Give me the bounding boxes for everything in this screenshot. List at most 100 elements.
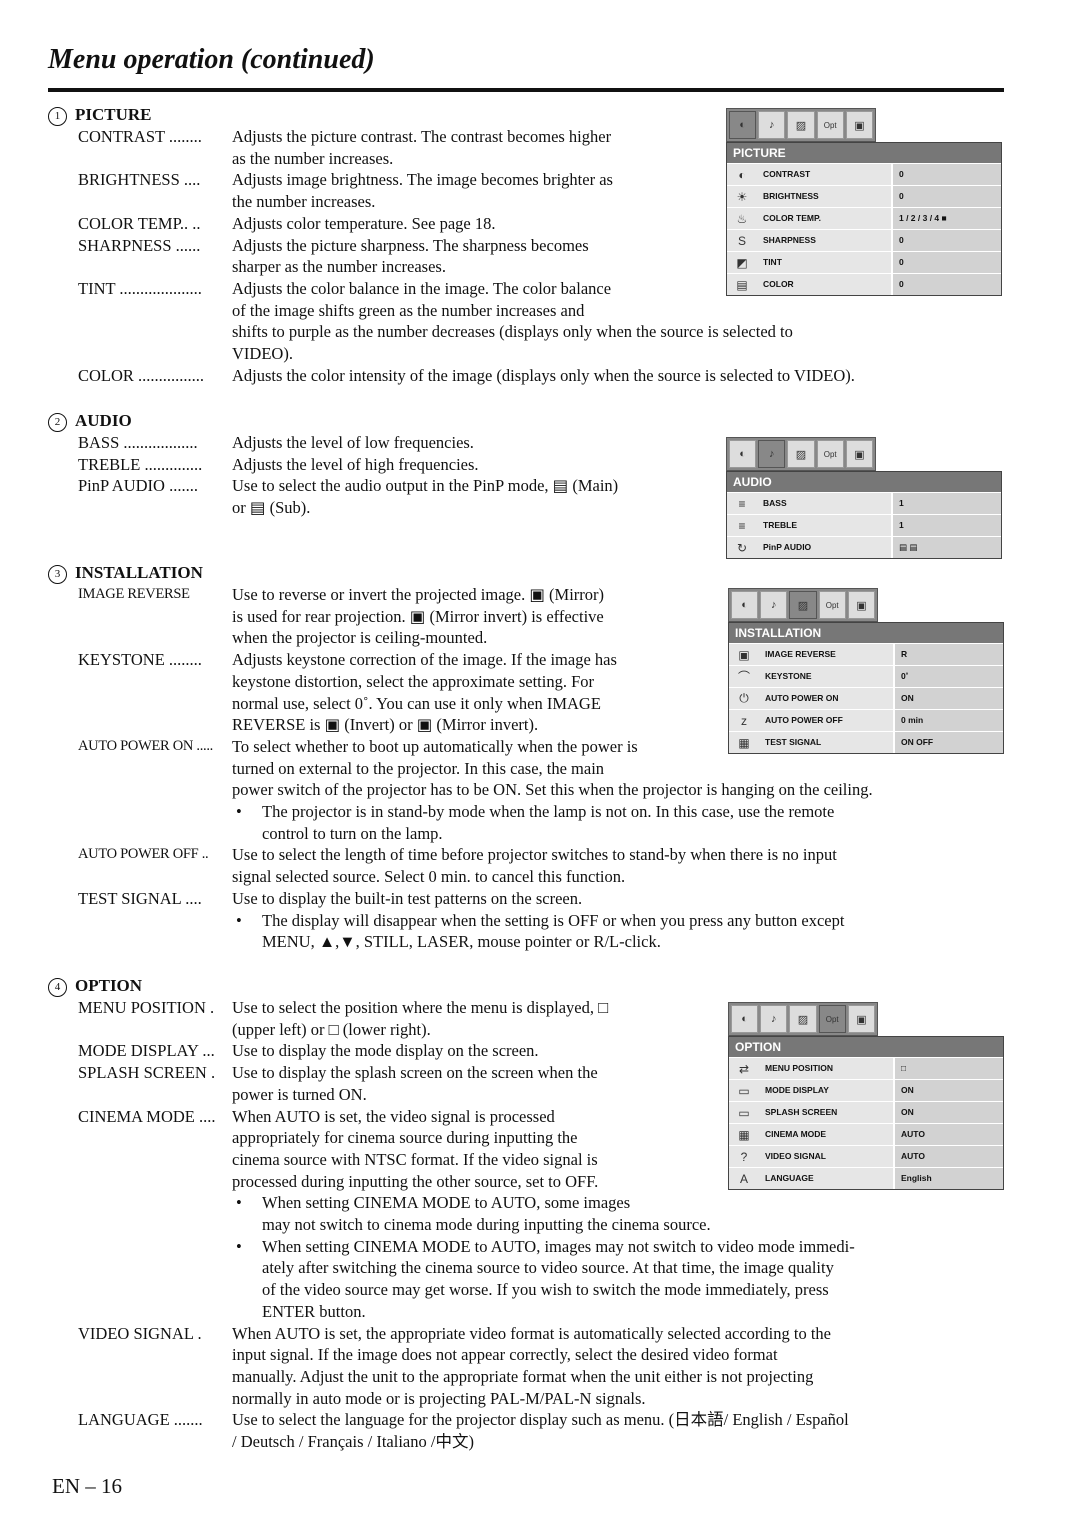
osd-tab-opt-icon[interactable]: Opt: [818, 591, 846, 619]
definition-text: manually. Adjust the unit to the appropr…: [232, 1366, 814, 1386]
osd-tab-picture-icon[interactable]: ◐: [729, 111, 757, 139]
definition-text: sharper as the number increases.: [232, 257, 446, 277]
bullet-icon: •: [236, 1193, 242, 1213]
definition-row: BRIGHTNESS .... Adjusts image brightness.…: [48, 169, 720, 191]
osd-row-value[interactable]: 1 / 2 / 3 / 4 ■: [891, 208, 1001, 229]
osd-row-value[interactable]: □: [893, 1058, 1003, 1079]
definition-text: Use to display the splash screen on the …: [232, 1063, 598, 1083]
definition-row: as the number increases.: [48, 148, 720, 170]
osd-tab-installation-icon[interactable]: ▨: [787, 440, 815, 468]
osd-row-video-signal[interactable]: ? VIDEO SIGNAL AUTO: [729, 1145, 1003, 1167]
osd-tab-opt-icon[interactable]: Opt: [818, 1005, 846, 1033]
definition-text: input signal. If the image does not appe…: [232, 1345, 778, 1365]
osd-row-label: BASS: [757, 493, 891, 514]
osd-tab-installation-icon[interactable]: ▨: [789, 591, 817, 619]
osd-row-value[interactable]: 0: [891, 164, 1001, 185]
osd-row-value[interactable]: English: [893, 1168, 1003, 1189]
osd-row-value[interactable]: 0: [891, 274, 1001, 295]
osd-tab-setup-icon[interactable]: ▣: [845, 111, 874, 139]
osd-row-value[interactable]: ON: [893, 1080, 1003, 1101]
bass-icon: ≡: [727, 493, 757, 514]
definition-term: SHARPNESS ......: [78, 235, 201, 255]
osd-tab-setup-icon[interactable]: ▣: [847, 591, 876, 619]
osd-tab-installation-icon[interactable]: ▨: [789, 1005, 817, 1033]
bullet-item: may not switch to cinema mode during inp…: [48, 1214, 1080, 1236]
osd-row-value[interactable]: AUTO: [893, 1146, 1003, 1167]
osd-menu-title: PICTURE: [727, 143, 1001, 163]
bullet-text: The display will disappear when the sett…: [262, 910, 845, 930]
definition-text: Adjusts image brightness. The image beco…: [232, 170, 613, 190]
osd-installation-menu: ◐ ♪ ▨ Opt ▣ INSTALLATION ▣ IMAGE REVERSE R ⌒ KEYST…: [728, 588, 1004, 754]
osd-row-value[interactable]: 1: [891, 515, 1001, 536]
osd-row-label: AUTO POWER ON: [759, 688, 893, 709]
osd-row-color-temp[interactable]: ♨ COLOR TEMP. 1 / 2 / 3 / 4 ■: [727, 207, 1001, 229]
osd-row-tint[interactable]: ◩ TINT 0: [727, 251, 1001, 273]
definition-term: AUTO POWER ON .....: [78, 737, 214, 754]
osd-row-value[interactable]: R: [893, 644, 1003, 665]
bullet-icon: [232, 931, 262, 953]
definition-row: PinP AUDIO ....... Use to select the audi…: [48, 475, 720, 497]
section-title: INSTALLATION: [75, 563, 203, 582]
osd-row-color[interactable]: ▤ COLOR 0: [727, 273, 1001, 295]
definition-row: turned on external to the projector. In …: [48, 758, 720, 780]
osd-row-value[interactable]: ON: [893, 1102, 1003, 1123]
osd-row-auto-power-off[interactable]: z AUTO POWER OFF 0 min: [729, 709, 1003, 731]
osd-row-contrast[interactable]: ◐ CONTRAST 0: [727, 163, 1001, 185]
osd-tab-audio-icon[interactable]: ♪: [760, 1005, 788, 1033]
osd-menu-title: AUDIO: [727, 472, 1001, 492]
osd-row-value[interactable]: ON: [893, 688, 1003, 709]
osd-tab-picture-icon[interactable]: ◐: [731, 1005, 759, 1033]
osd-row-splash-screen[interactable]: ▭ SPLASH SCREEN ON: [729, 1101, 1003, 1123]
osd-row-language[interactable]: A LANGUAGE English: [729, 1167, 1003, 1189]
osd-tab-audio-icon[interactable]: ♪: [758, 440, 786, 468]
osd-row-value[interactable]: 1: [891, 493, 1001, 514]
osd-tab-setup-icon[interactable]: ▣: [847, 1005, 876, 1033]
bullet-icon: •: [236, 802, 242, 822]
definition-term: TREBLE ..............: [78, 454, 203, 474]
osd-tab-picture-icon[interactable]: ◐: [729, 440, 757, 468]
osd-row-value[interactable]: 0: [891, 230, 1001, 251]
osd-tab-setup-icon[interactable]: ▣: [845, 440, 874, 468]
osd-tab-audio-icon[interactable]: ♪: [758, 111, 786, 139]
osd-menu-title: OPTION: [729, 1037, 1003, 1057]
osd-row-image-reverse[interactable]: ▣ IMAGE REVERSE R: [729, 643, 1003, 665]
definition-row: IMAGE REVERSE Use to reverse or invert th…: [48, 584, 720, 606]
osd-row-pinp-audio[interactable]: ↻ PinP AUDIO ▤ ▤: [727, 536, 1001, 558]
osd-tab-audio-icon[interactable]: ♪: [760, 591, 788, 619]
osd-row-value[interactable]: 0: [891, 252, 1001, 273]
osd-row-treble[interactable]: ≡ TREBLE 1: [727, 514, 1001, 536]
definition-text: shifts to purple as the number decreases…: [232, 322, 793, 342]
osd-tab-opt-icon[interactable]: Opt: [816, 111, 844, 139]
definition-text: VIDEO).: [232, 344, 293, 364]
section-number-icon: 1: [48, 107, 67, 126]
osd-row-sharpness[interactable]: S SHARPNESS 0: [727, 229, 1001, 251]
osd-tab-picture-icon[interactable]: ◐: [731, 591, 759, 619]
section-title: AUDIO: [75, 411, 132, 430]
definition-row: MENU POSITION . Use to select the positio…: [48, 997, 720, 1019]
image-reverse-icon: ▣: [729, 644, 759, 665]
osd-row-label: SHARPNESS: [757, 230, 891, 251]
osd-row-value[interactable]: 0˚: [893, 666, 1003, 687]
osd-row-brightness[interactable]: ☀ BRIGHTNESS 0: [727, 185, 1001, 207]
osd-row-value[interactable]: AUTO: [893, 1124, 1003, 1145]
osd-row-value[interactable]: 0 min: [893, 710, 1003, 731]
definition-row: SPLASH SCREEN . Use to display the splash…: [48, 1062, 720, 1084]
osd-row-keystone[interactable]: ⌒ KEYSTONE 0˚: [729, 665, 1003, 687]
osd-row-mode-display[interactable]: ▭ MODE DISPLAY ON: [729, 1079, 1003, 1101]
osd-row-bass[interactable]: ≡ BASS 1: [727, 492, 1001, 514]
osd-tab-installation-icon[interactable]: ▨: [787, 111, 815, 139]
osd-tab-opt-icon[interactable]: Opt: [816, 440, 844, 468]
osd-row-test-signal[interactable]: ▦ TEST SIGNAL ON OFF: [729, 731, 1003, 753]
osd-row-value[interactable]: ▤ ▤: [891, 537, 1001, 558]
definition-term: PinP AUDIO .......: [78, 476, 198, 496]
osd-row-auto-power-on[interactable]: ⏻ AUTO POWER ON ON: [729, 687, 1003, 709]
definition-text: power is turned ON.: [232, 1084, 367, 1104]
osd-row-cinema-mode[interactable]: ▦ CINEMA MODE AUTO: [729, 1123, 1003, 1145]
definition-term: [48, 1171, 232, 1193]
definition-term: [48, 256, 232, 278]
definition-row: LANGUAGE ....... Use to select the langua…: [48, 1409, 1004, 1431]
osd-row-menu-position[interactable]: ⇄ MENU POSITION □: [729, 1057, 1003, 1079]
osd-row-value[interactable]: ON OFF: [893, 732, 1003, 753]
definition-row: MODE DISPLAY ... Use to display the mode …: [48, 1040, 720, 1062]
osd-row-value[interactable]: 0: [891, 186, 1001, 207]
